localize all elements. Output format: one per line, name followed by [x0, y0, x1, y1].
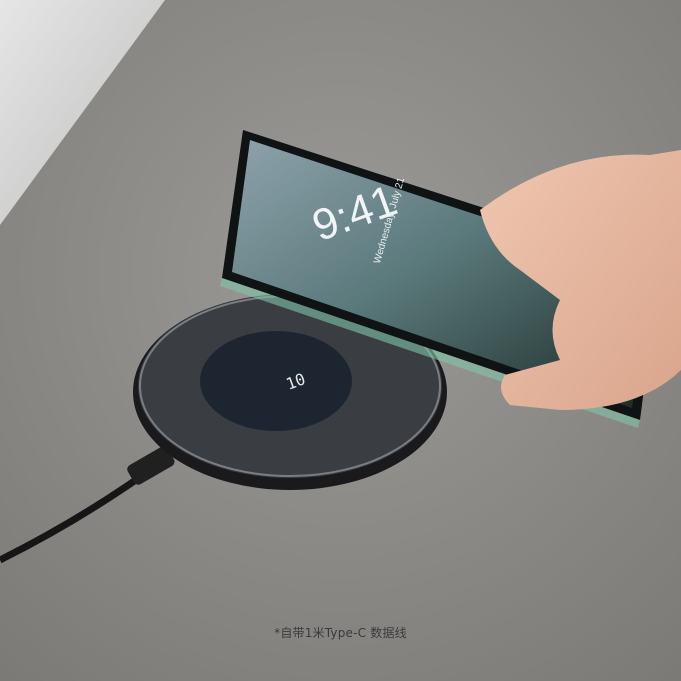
caption: *自带1米Type-C 数据线: [274, 626, 407, 640]
charger-center-disc: [200, 331, 352, 431]
product-photo: [0, 0, 681, 681]
